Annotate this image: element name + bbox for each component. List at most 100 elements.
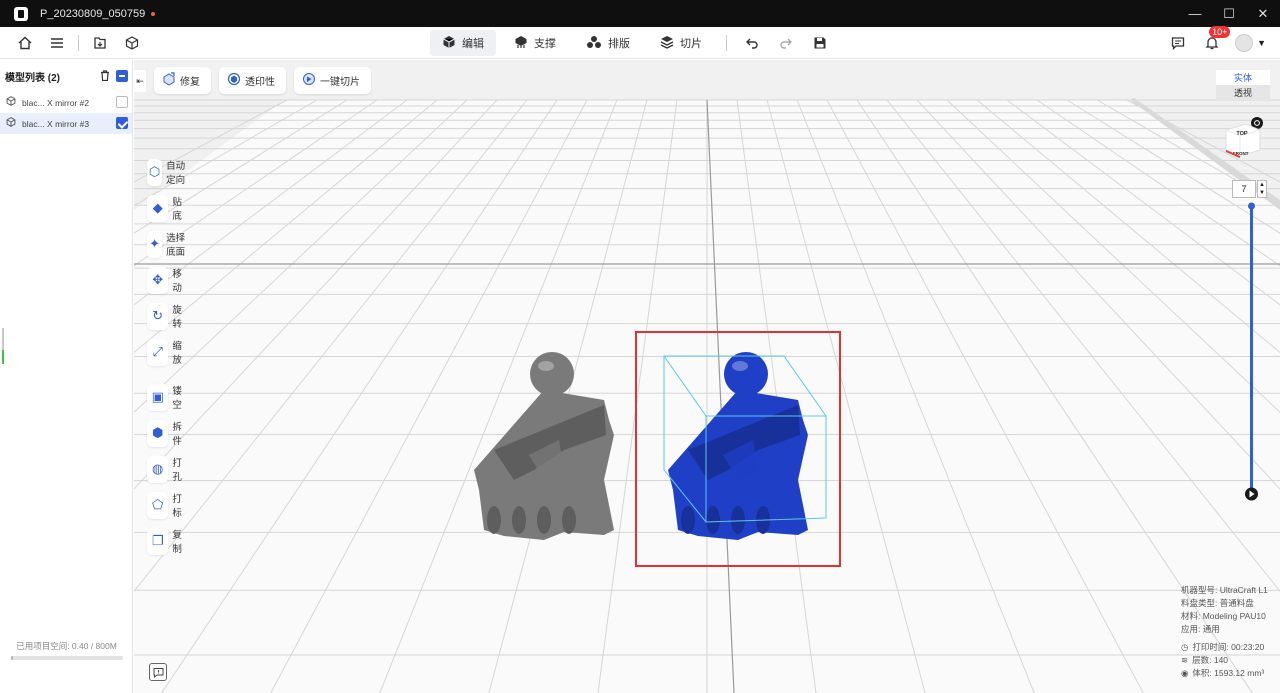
select-all-checkbox[interactable]	[116, 70, 128, 82]
tool-label: 复制	[172, 530, 182, 555]
save-icon[interactable]	[809, 32, 831, 54]
select-bottom-icon: ✦	[147, 230, 163, 258]
chevron-down-icon: ▼	[1257, 38, 1266, 48]
user-menu[interactable]: ▼	[1235, 34, 1266, 52]
list-item[interactable]: blac... X mirror #3	[0, 113, 132, 134]
print-time: 打印时间: 00:23:20	[1192, 642, 1265, 652]
printability-label: 透印性	[245, 77, 275, 88]
tool-label[interactable]: ⬠ 打标	[147, 491, 188, 519]
tool-punch-hole[interactable]: ◍ 打孔	[147, 455, 188, 483]
zoom-stepper[interactable]: ▲ ▼	[1257, 180, 1267, 198]
model-name: blac... X mirror #2	[22, 97, 90, 108]
app-logo-icon	[14, 6, 28, 21]
viewcube-top-label: TOP	[1236, 131, 1248, 137]
tab-slice-label: 切片	[680, 38, 702, 50]
tool-label: 移动	[172, 269, 182, 294]
tool-label: 贴底	[172, 197, 182, 222]
menu-list-icon[interactable]	[46, 32, 68, 54]
tool-select-bottom[interactable]: ✦ 选择底面	[147, 230, 188, 258]
rotate-icon: ↻	[147, 302, 169, 330]
tab-slice[interactable]: 切片	[648, 30, 714, 56]
home-icon[interactable]	[14, 32, 36, 54]
tab-support-label: 支撑	[534, 38, 556, 50]
material-info: 材料: Modeling PAU10	[1181, 611, 1266, 621]
repair-icon	[162, 72, 176, 89]
solid-view-button[interactable]: 实体	[1216, 70, 1270, 85]
unsaved-dot-icon	[151, 11, 156, 16]
tab-edit[interactable]: 编辑	[430, 30, 496, 56]
volume: 体积: 1593.12 mm³	[1192, 668, 1265, 678]
tool-move[interactable]: ✥ 移动	[147, 266, 188, 294]
toolbar-divider	[726, 35, 727, 51]
repair-button[interactable]: 修复	[154, 67, 211, 94]
minimize-button[interactable]: —	[1178, 0, 1212, 27]
close-button[interactable]: ✕	[1246, 0, 1280, 27]
model-cube-icon	[6, 117, 16, 130]
hollow-icon: ▣	[147, 383, 169, 411]
message-icon[interactable]	[1167, 32, 1189, 54]
tab-support[interactable]: 支撑	[502, 30, 568, 56]
tool-label: 打标	[172, 494, 182, 519]
clock-icon: ◷	[1181, 642, 1189, 652]
model-cube-icon[interactable]	[121, 32, 143, 54]
collapse-panel-icon[interactable]: ⇤	[134, 70, 146, 92]
avatar	[1235, 34, 1254, 52]
model-name: blac... X mirror #3	[22, 118, 90, 129]
redo-icon[interactable]	[775, 32, 797, 54]
tool-hollow[interactable]: ▣ 镂空	[147, 383, 188, 411]
tool-scale[interactable]: ⤢ 缩放	[147, 338, 188, 366]
transparent-view-button[interactable]: 透视	[1216, 85, 1270, 100]
tool-label: 旋转	[172, 305, 182, 330]
feedback-icon[interactable]	[149, 663, 167, 681]
layer-slider[interactable]	[1244, 200, 1260, 504]
notification-badge: 10+	[1209, 26, 1231, 38]
project-space-bar	[11, 656, 123, 660]
tab-layout-label: 排版	[608, 38, 630, 50]
tool-copy[interactable]: ❐ 复制	[147, 527, 188, 555]
zoom-level-input[interactable]: 7	[1232, 180, 1256, 198]
slice-icon	[660, 35, 674, 52]
model-checkbox[interactable]	[116, 96, 128, 108]
notification-bell-icon[interactable]: 10+	[1201, 26, 1231, 54]
split-icon: ⬢	[147, 419, 169, 447]
tool-auto-orient[interactable]: ⬡ 自动定向	[147, 158, 188, 186]
main-toolbar: 编辑 支撑 排版 切片 10+ ▼	[0, 26, 1280, 59]
3d-viewport[interactable]	[134, 60, 1280, 693]
layout-icon	[586, 35, 602, 52]
tool-lay-flat[interactable]: ◆ 贴底	[147, 194, 188, 222]
tool-label: 缩放	[172, 341, 182, 366]
view-mode-toggle: 实体 透视	[1216, 70, 1270, 100]
layer-count: 层数: 140	[1192, 655, 1229, 665]
list-item[interactable]: blac... X mirror #2	[0, 92, 132, 113]
lay-flat-icon: ◆	[147, 194, 169, 222]
trash-icon[interactable]	[100, 70, 110, 84]
repair-label: 修复	[180, 77, 200, 88]
tool-rotate[interactable]: ↻ 旋转	[147, 302, 188, 330]
view-cube[interactable]: TOP FRONT	[1220, 116, 1266, 164]
window-title: P_20230809_050759	[40, 7, 146, 20]
tab-layout[interactable]: 排版	[574, 30, 642, 56]
tool-split[interactable]: ⬢ 拆件	[147, 419, 188, 447]
support-icon	[514, 35, 528, 52]
model-checkbox[interactable]	[116, 117, 128, 129]
tab-edit-label: 编辑	[462, 38, 484, 50]
scale-icon: ⤢	[147, 338, 169, 366]
volume-icon: ◉	[1181, 668, 1189, 678]
copy-icon: ❐	[147, 527, 169, 555]
maximize-button[interactable]: ☐	[1212, 0, 1246, 27]
one-click-slice-label: 一键切片	[320, 77, 360, 88]
punch-hole-icon: ◍	[147, 455, 169, 483]
model-list-title: 模型列表 (2)	[5, 72, 60, 84]
build-plate-scene[interactable]	[134, 60, 1280, 693]
import-icon[interactable]	[89, 32, 111, 54]
undo-icon[interactable]	[741, 32, 763, 54]
tray-info: 料盘类型: 普通料盘	[1181, 598, 1254, 608]
auto-orient-icon: ⬡	[147, 158, 163, 186]
tool-label: 选择底面	[166, 233, 186, 258]
printability-button[interactable]: 透印性	[219, 67, 286, 94]
one-click-slice-button[interactable]: 一键切片	[294, 67, 371, 94]
tool-label: 打孔	[172, 458, 182, 483]
project-space-label: 已用项目空间: 0.40 / 800M	[16, 641, 117, 651]
action-bar: 修复 透印性 一键切片	[154, 67, 371, 94]
layers-icon: ≋	[1181, 655, 1189, 665]
